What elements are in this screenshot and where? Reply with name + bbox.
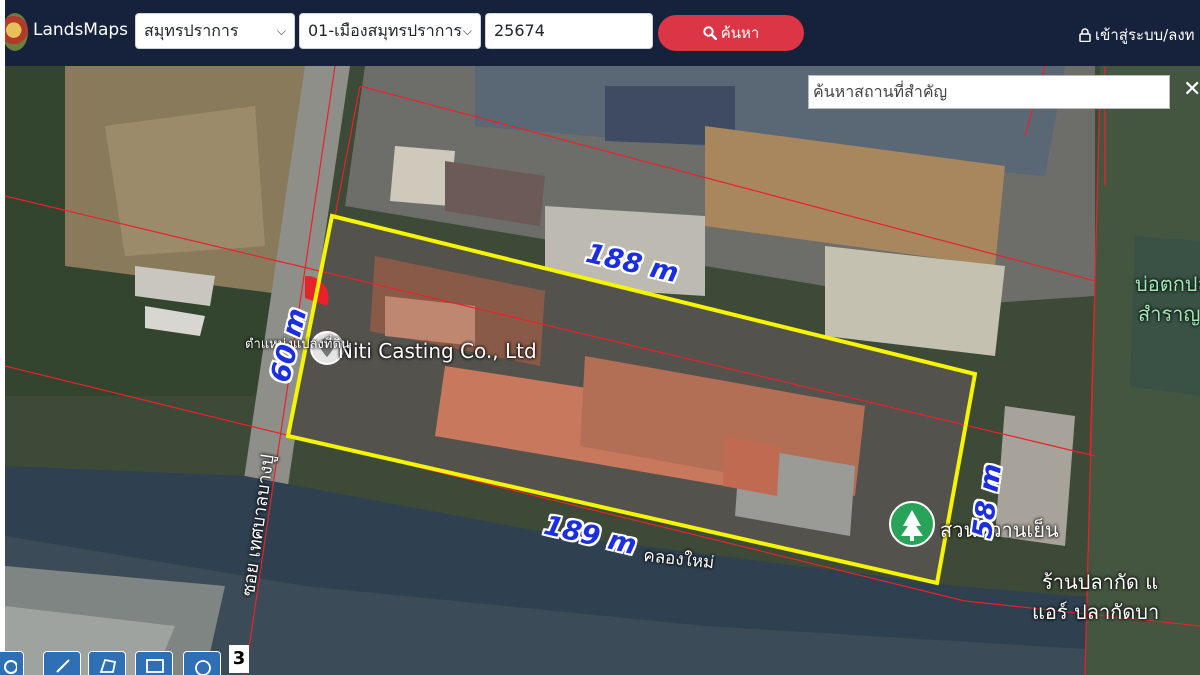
toolbar-rectangle-button[interactable] [135, 651, 173, 675]
lock-icon [1079, 28, 1091, 43]
login-link[interactable]: เข้าสู่ระบบ/ลงท [1079, 23, 1195, 47]
place-search-input[interactable]: ค้นหาสถานที่สำคัญ [808, 75, 1170, 109]
toolbar-measure-button[interactable] [43, 651, 81, 675]
toolbar-count-badge: 3 [229, 645, 249, 673]
parcel-number-input[interactable]: 25674 [485, 13, 653, 49]
district-select[interactable]: 01-เมืองสมุทรปราการ ⌵ [299, 13, 481, 49]
landsmaps-logo[interactable] [2, 13, 28, 51]
shop-label-line2: แอร์ ปลากัดบา [1032, 600, 1160, 624]
shop-label: ร้านปลากัด แ [1042, 570, 1159, 594]
park-tree-pin[interactable] [889, 501, 935, 547]
close-icon[interactable]: ✕ [1183, 78, 1200, 102]
satellite-imagery [5, 66, 1200, 675]
brand-name[interactable]: LandsMaps [33, 20, 128, 40]
satellite-map[interactable]: Niti Casting Co., Ltd ตำแหน่งแปลงที่ดิน … [5, 66, 1200, 675]
measure-icon [56, 659, 70, 673]
chevron-down-icon: ⌵ [462, 24, 472, 38]
top-navbar: LandsMaps สมุทรปราการ ⌵ 01-เมืองสมุทรปรา… [0, 0, 1200, 66]
search-button[interactable]: ค้นหา [658, 15, 804, 51]
landsmaps-app: LandsMaps สมุทรปราการ ⌵ 01-เมืองสมุทรปรา… [0, 0, 1200, 675]
district-select-value: 01-เมืองสมุทรปราการ [308, 21, 463, 40]
pond-label-line2: สำราญ [1138, 302, 1200, 326]
province-select-value: สมุทรปราการ [144, 21, 239, 40]
toolbar-circle-button[interactable] [183, 651, 221, 675]
locate-icon [4, 660, 17, 674]
toolbar-polygon-button[interactable] [88, 651, 126, 675]
parcel-number-value: 25674 [494, 21, 545, 40]
login-label: เข้าสู่ระบบ/ลงท [1095, 26, 1195, 44]
polygon-icon [99, 658, 117, 673]
circle-icon [195, 660, 211, 675]
toolbar-locate-button[interactable] [0, 651, 24, 675]
chevron-down-icon: ⌵ [276, 24, 286, 38]
search-button-label: ค้นหา [720, 24, 760, 42]
company-label: Niti Casting Co., Ltd [338, 339, 537, 363]
province-select[interactable]: สมุทรปราการ ⌵ [135, 13, 295, 49]
search-icon [702, 26, 717, 41]
pond-label: บ่อตกปลา [1135, 272, 1200, 296]
rectangle-icon [146, 659, 164, 673]
